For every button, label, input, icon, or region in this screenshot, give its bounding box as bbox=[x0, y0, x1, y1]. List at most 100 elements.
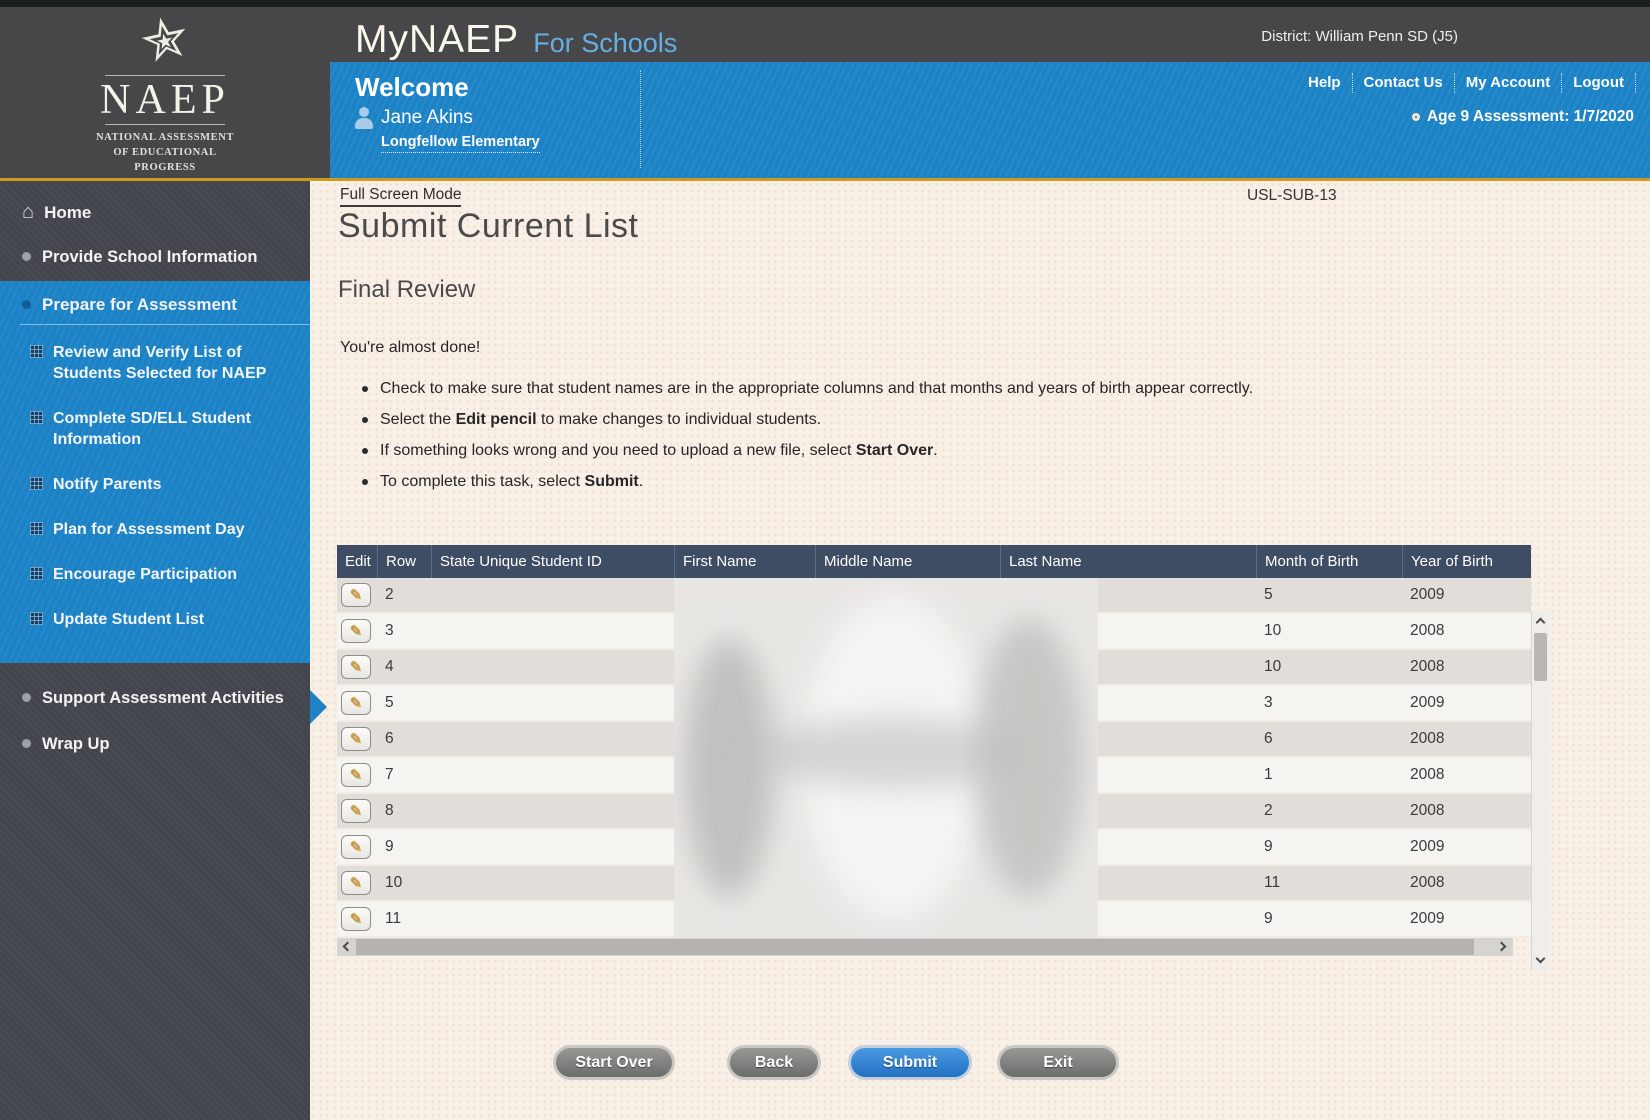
edit-pencil-icon: ✎ bbox=[350, 804, 363, 819]
page-title: Submit Current List bbox=[338, 207, 639, 246]
exit-button[interactable]: Exit bbox=[997, 1045, 1119, 1080]
instruction-bullet: Check to make sure that student names ar… bbox=[362, 377, 1354, 401]
column-header-month-of-birth: Month of Birth bbox=[1256, 545, 1402, 578]
school-link[interactable]: Longfellow Elementary bbox=[381, 134, 540, 153]
cell-id bbox=[431, 866, 674, 900]
header-link-my-account[interactable]: My Account bbox=[1455, 73, 1562, 93]
start-over-button[interactable]: Start Over bbox=[553, 1045, 675, 1080]
sidebar-item-wrap-up[interactable]: Wrap Up bbox=[0, 181, 110, 754]
cell-row: 10 bbox=[377, 866, 431, 900]
cell-month: 9 bbox=[1256, 830, 1402, 864]
edit-cell: ✎ bbox=[337, 650, 377, 684]
cell-row: 11 bbox=[377, 902, 431, 936]
header-link-contact-us[interactable]: Contact Us bbox=[1353, 73, 1455, 93]
cell-year: 2009 bbox=[1402, 902, 1531, 936]
edit-cell: ✎ bbox=[337, 686, 377, 720]
cell-month: 11 bbox=[1256, 866, 1402, 900]
submit-button[interactable]: Submit bbox=[848, 1045, 972, 1080]
vertical-scrollbar[interactable] bbox=[1531, 611, 1549, 971]
edit-row-button[interactable]: ✎ bbox=[341, 583, 371, 607]
cell-month: 2 bbox=[1256, 794, 1402, 828]
edit-row-button[interactable]: ✎ bbox=[341, 655, 371, 679]
scroll-down-arrow-icon[interactable] bbox=[1532, 953, 1550, 969]
column-header-first-name: First Name bbox=[674, 545, 815, 578]
cell-id bbox=[431, 794, 674, 828]
edit-pencil-icon: ✎ bbox=[350, 912, 363, 927]
redacted-names-region bbox=[674, 578, 1098, 938]
column-header-row: Row bbox=[377, 545, 431, 578]
full-screen-mode-link[interactable]: Full Screen Mode bbox=[340, 186, 461, 207]
horizontal-scrollbar[interactable] bbox=[337, 938, 1513, 956]
cell-id bbox=[431, 686, 674, 720]
scroll-up-arrow-icon[interactable] bbox=[1532, 613, 1550, 629]
instruction-bullet: If something looks wrong and you need to… bbox=[362, 439, 1354, 463]
app-tagline: For Schools bbox=[533, 28, 677, 58]
cell-year: 2008 bbox=[1402, 650, 1531, 684]
edit-row-button[interactable]: ✎ bbox=[341, 871, 371, 895]
cell-row: 9 bbox=[377, 830, 431, 864]
instruction-bullet: To complete this task, select Submit. bbox=[362, 470, 1354, 494]
logo-org-text: NATIONAL ASSESSMENTOF EDUCATIONALPROGRES… bbox=[0, 130, 330, 175]
horizontal-scroll-thumb[interactable] bbox=[356, 939, 1474, 955]
edit-row-button[interactable]: ✎ bbox=[341, 907, 371, 931]
scroll-right-arrow-icon[interactable] bbox=[1495, 938, 1513, 956]
cell-id bbox=[431, 758, 674, 792]
header-separator bbox=[640, 70, 641, 168]
cell-row: 3 bbox=[377, 614, 431, 648]
cell-year: 2009 bbox=[1402, 686, 1531, 720]
naep-logo: ★ ★ ★ NAEP NATIONAL ASSESSMENTOF EDUCATI… bbox=[0, 7, 330, 178]
cell-row: 2 bbox=[377, 578, 431, 612]
welcome-box: Welcome Jane Akins Longfellow Elementary bbox=[355, 72, 540, 153]
edit-row-button[interactable]: ✎ bbox=[341, 727, 371, 751]
cell-month: 10 bbox=[1256, 650, 1402, 684]
cell-year: 2008 bbox=[1402, 614, 1531, 648]
student-table: EditRowState Unique Student IDFirst Name… bbox=[337, 545, 1549, 956]
vertical-scroll-thumb[interactable] bbox=[1534, 633, 1547, 681]
sidebar: ⌂ Home Provide School Information Prepar… bbox=[0, 181, 310, 1120]
edit-cell: ✎ bbox=[337, 866, 377, 900]
cell-id bbox=[431, 830, 674, 864]
sidebar-pointer-arrow-icon bbox=[310, 690, 327, 724]
header-link-logout[interactable]: Logout bbox=[1562, 73, 1636, 93]
edit-cell: ✎ bbox=[337, 758, 377, 792]
edit-cell: ✎ bbox=[337, 830, 377, 864]
edit-pencil-icon: ✎ bbox=[350, 732, 363, 747]
logo-rule-top bbox=[105, 75, 225, 76]
page-code: USL-SUB-13 bbox=[1247, 187, 1337, 205]
edit-row-button[interactable]: ✎ bbox=[341, 763, 371, 787]
cell-year: 2009 bbox=[1402, 830, 1531, 864]
cell-year: 2008 bbox=[1402, 722, 1531, 756]
cell-row: 4 bbox=[377, 650, 431, 684]
table-header-row: EditRowState Unique Student IDFirst Name… bbox=[337, 545, 1531, 578]
edit-pencil-icon: ✎ bbox=[350, 660, 363, 675]
cell-month: 1 bbox=[1256, 758, 1402, 792]
cell-row: 8 bbox=[377, 794, 431, 828]
intro-text: You're almost done! bbox=[340, 339, 480, 357]
cell-row: 7 bbox=[377, 758, 431, 792]
scroll-left-arrow-icon[interactable] bbox=[337, 938, 355, 956]
edit-pencil-icon: ✎ bbox=[350, 624, 363, 639]
edit-cell: ✎ bbox=[337, 902, 377, 936]
column-header-year-of-birth: Year of Birth bbox=[1402, 545, 1531, 578]
edit-row-button[interactable]: ✎ bbox=[341, 619, 371, 643]
person-icon bbox=[355, 107, 373, 129]
sidebar-item-label: Wrap Up bbox=[42, 734, 110, 754]
logo-acronym: NAEP bbox=[0, 78, 330, 122]
cell-year: 2008 bbox=[1402, 794, 1531, 828]
cell-year: 2008 bbox=[1402, 866, 1531, 900]
edit-cell: ✎ bbox=[337, 722, 377, 756]
logo-rule-bottom bbox=[105, 124, 225, 125]
edit-pencil-icon: ✎ bbox=[350, 696, 363, 711]
edit-row-button[interactable]: ✎ bbox=[341, 835, 371, 859]
edit-pencil-icon: ✎ bbox=[350, 768, 363, 783]
edit-row-button[interactable]: ✎ bbox=[341, 691, 371, 715]
logo-org-line: NATIONAL ASSESSMENT bbox=[0, 130, 330, 145]
table-body: ✎252009✎3102008✎4102008✎532009✎662008✎71… bbox=[337, 578, 1531, 938]
header-link-help[interactable]: Help bbox=[1297, 73, 1353, 93]
welcome-label: Welcome bbox=[355, 72, 540, 103]
edit-row-button[interactable]: ✎ bbox=[341, 799, 371, 823]
column-header-edit: Edit bbox=[337, 545, 377, 578]
instruction-bullets: Check to make sure that student names ar… bbox=[362, 377, 1354, 501]
column-header-state-unique-student-id: State Unique Student ID bbox=[431, 545, 674, 578]
back-button[interactable]: Back bbox=[727, 1045, 821, 1080]
